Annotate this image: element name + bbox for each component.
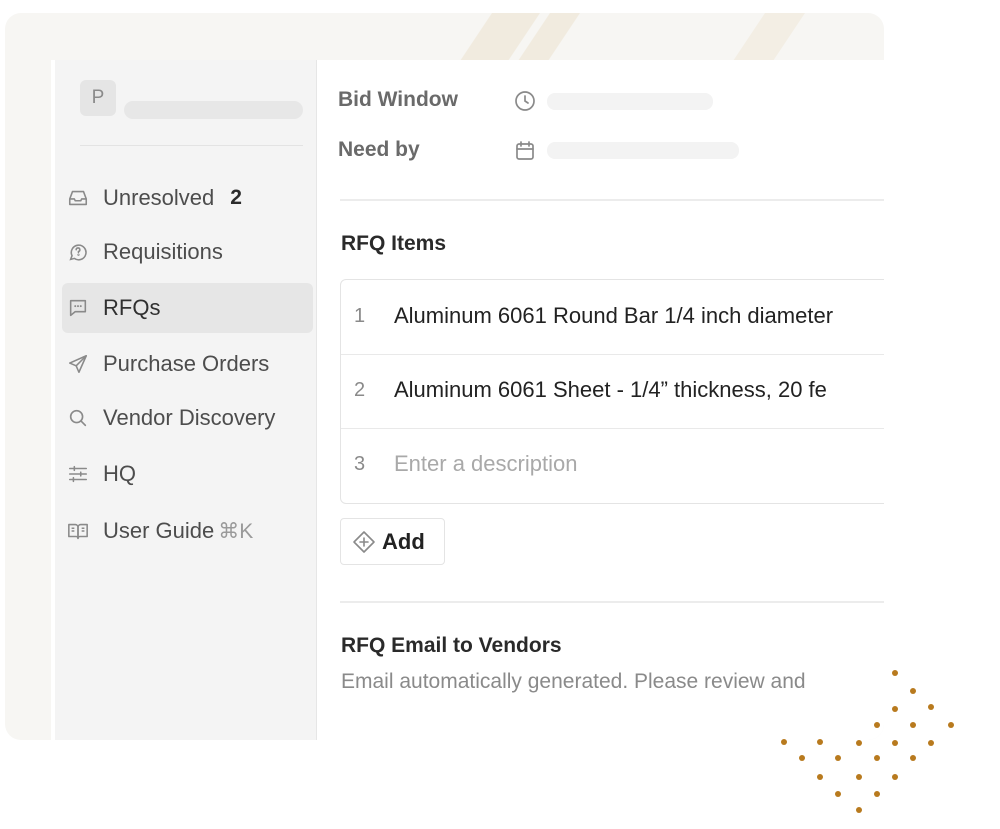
user-guide-shortcut: ⌘K <box>218 519 254 543</box>
sidebar-item-rfqs[interactable]: RFQs <box>62 283 313 333</box>
need-by-value-placeholder[interactable] <box>547 142 739 159</box>
sidebar-item-label: Vendor Discovery <box>103 405 276 430</box>
sidebar-item-hq[interactable]: HQ <box>62 449 313 499</box>
sidebar-item-label: Requisitions <box>103 239 223 264</box>
search-icon <box>67 407 97 429</box>
send-icon <box>67 353 97 375</box>
sidebar-item-unresolved[interactable]: Unresolved 2 <box>62 173 313 223</box>
sidebar-item-label: RFQs <box>103 295 161 320</box>
sidebar: P Unresolved 2 Requisitions RFQs Purchas… <box>55 60 317 740</box>
chat-question-icon <box>67 241 97 263</box>
sidebar-item-purchase-orders[interactable]: Purchase Orders <box>62 339 313 389</box>
section-divider <box>340 199 884 201</box>
sidebar-divider <box>80 145 303 146</box>
workspace-avatar[interactable]: P <box>80 80 116 116</box>
add-button-label: Add <box>382 528 425 554</box>
add-item-button[interactable]: Add <box>340 518 445 565</box>
workspace-name-placeholder <box>124 101 303 119</box>
sidebar-item-user-guide[interactable]: User Guide ⌘K <box>62 506 313 556</box>
app-window: P Unresolved 2 Requisitions RFQs Purchas… <box>51 60 884 740</box>
rfq-detail: Bid Window Need by RFQ Items 1 Aluminum … <box>317 60 884 740</box>
sidebar-item-label: User Guide <box>103 518 215 543</box>
rfq-email-title: RFQ Email to Vendors <box>341 634 562 657</box>
message-square-icon <box>67 297 97 319</box>
rfq-items-list: 1 Aluminum 6061 Round Bar 1/4 inch diame… <box>340 279 884 504</box>
item-description-field[interactable]: Aluminum 6061 Sheet - 1/4” thickness, 20… <box>394 377 827 403</box>
item-description-input[interactable]: Enter a description <box>394 451 577 477</box>
sidebar-item-label: HQ <box>103 461 136 486</box>
calendar-icon <box>513 139 537 168</box>
sidebar-item-label: Purchase Orders <box>103 351 270 376</box>
decorative-dots <box>781 670 954 813</box>
sliders-icon <box>67 463 97 485</box>
sidebar-item-requisitions[interactable]: Requisitions <box>62 227 313 277</box>
need-by-label: Need by <box>338 138 420 161</box>
diamond-plus-icon <box>352 530 376 554</box>
rfq-items-title: RFQ Items <box>341 232 447 255</box>
section-divider <box>340 601 884 603</box>
inbox-icon <box>67 187 97 209</box>
list-item[interactable]: 2 Aluminum 6061 Sheet - 1/4” thickness, … <box>341 354 884 429</box>
item-number: 3 <box>354 453 366 475</box>
bid-window-label: Bid Window <box>338 88 458 111</box>
list-item[interactable]: 3 Enter a description <box>341 428 884 502</box>
item-description-field[interactable]: Aluminum 6061 Round Bar 1/4 inch diamete… <box>394 303 833 329</box>
item-number: 2 <box>354 379 366 401</box>
bid-window-value-placeholder[interactable] <box>547 93 713 110</box>
list-item[interactable]: 1 Aluminum 6061 Round Bar 1/4 inch diame… <box>341 280 884 355</box>
book-icon <box>67 520 97 542</box>
sidebar-item-vendor-discovery[interactable]: Vendor Discovery <box>62 393 313 443</box>
sidebar-item-label: Unresolved <box>103 185 215 210</box>
clock-icon <box>513 89 537 118</box>
item-number: 1 <box>354 305 366 327</box>
app-frame: P Unresolved 2 Requisitions RFQs Purchas… <box>5 13 884 740</box>
unresolved-count-badge: 2 <box>230 186 242 209</box>
rfq-email-description: Email automatically generated. Please re… <box>341 670 806 693</box>
